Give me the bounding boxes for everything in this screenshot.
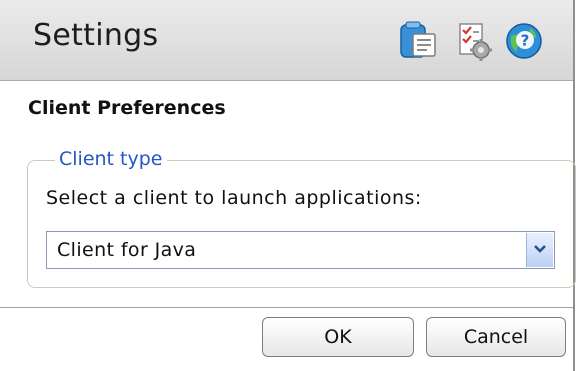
ok-button[interactable]: OK	[262, 317, 414, 357]
client-select-prompt: Select a client to launch applications:	[46, 187, 422, 209]
client-type-legend: Client type	[55, 148, 167, 170]
client-type-select[interactable]: Client for Java	[46, 231, 555, 269]
chevron-down-icon[interactable]	[526, 233, 553, 267]
client-type-selected-value: Client for Java	[57, 239, 197, 261]
section-title: Client Preferences	[28, 97, 226, 119]
cancel-button[interactable]: Cancel	[426, 317, 566, 357]
help-icon[interactable]: ?	[503, 20, 545, 62]
settings-checklist-icon[interactable]	[454, 20, 496, 62]
dialog-header: Settings ?	[0, 0, 573, 81]
footer-divider	[0, 307, 573, 308]
svg-text:?: ?	[521, 32, 530, 50]
settings-dialog: Settings ? Client Preferences Client typ…	[0, 0, 576, 371]
application-window-icon[interactable]	[398, 20, 440, 62]
dialog-title: Settings	[33, 18, 159, 53]
